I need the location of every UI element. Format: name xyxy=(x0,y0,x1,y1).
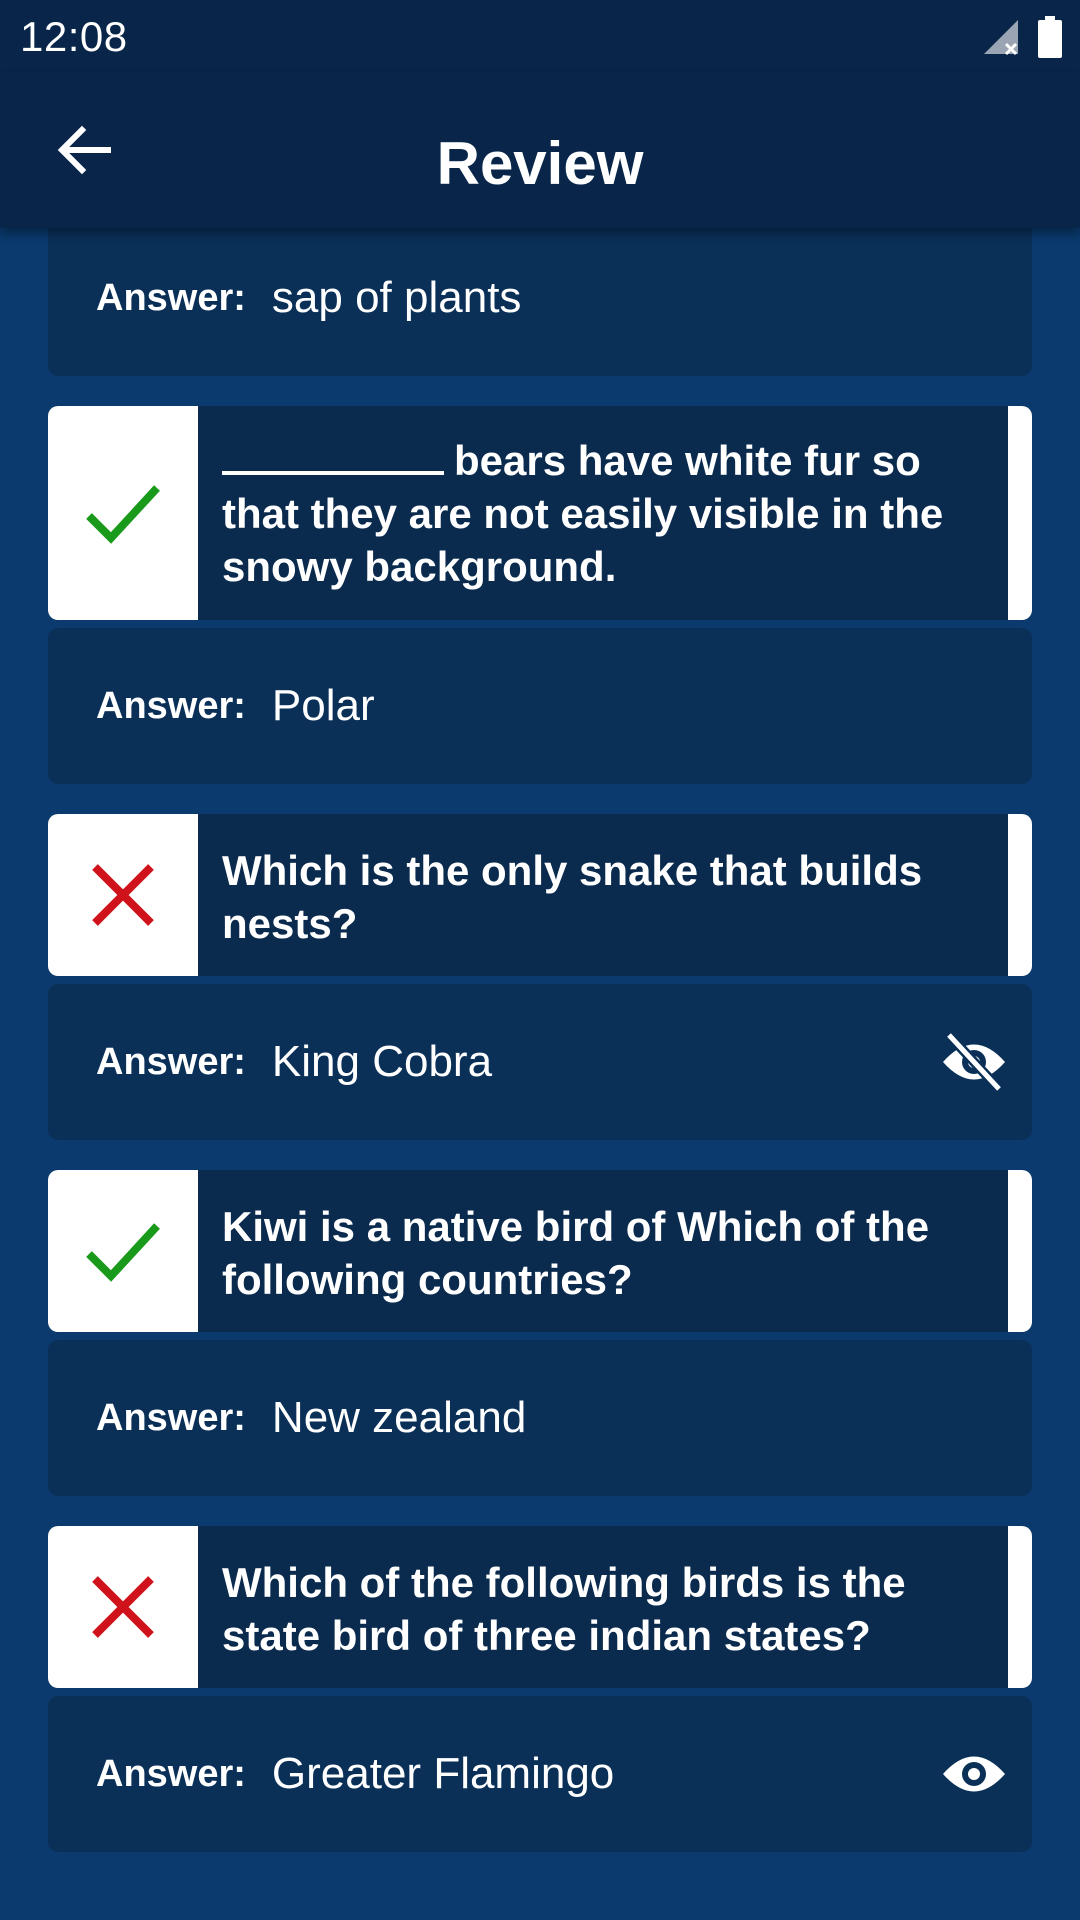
question-text: Which is the only snake that builds nest… xyxy=(222,847,923,947)
answer-card: Answer: Greater Flamingo xyxy=(48,1696,1032,1852)
checkmark-icon xyxy=(86,1223,160,1282)
answer-label: Answer: xyxy=(96,276,246,319)
answer-value: King Cobra xyxy=(271,1037,493,1086)
result-mark xyxy=(48,814,198,976)
answer-value: Greater Flamingo xyxy=(271,1749,615,1798)
answer-card: Answer: sap of plants xyxy=(48,228,1032,376)
app-bar: Review xyxy=(0,74,1080,228)
answer-card: Answer: Polar xyxy=(48,628,1032,784)
card-edge xyxy=(1008,406,1032,620)
question-text: bears have white fur so that they are no… xyxy=(198,406,1008,620)
checkmark-icon xyxy=(86,485,160,544)
fill-in-blank xyxy=(222,437,444,475)
card-edge xyxy=(1008,814,1032,976)
answer-card: Answer: New zealand xyxy=(48,1340,1032,1496)
result-mark xyxy=(48,406,198,620)
status-bar: 12:08 xyxy=(0,0,1080,74)
answer-value: sap of plants xyxy=(271,273,522,322)
answer-label: Answer: xyxy=(96,684,246,727)
eye-icon xyxy=(943,1756,1005,1792)
eye-off-icon xyxy=(943,1033,1005,1091)
page-title: Review xyxy=(436,130,644,197)
answer-card: Answer: King Cobra xyxy=(48,984,1032,1140)
battery-icon xyxy=(1038,16,1062,58)
question-card: Which of the following birds is the stat… xyxy=(48,1526,1032,1688)
toggle-answer-button[interactable] xyxy=(938,1026,1010,1098)
signal-icon xyxy=(984,20,1018,56)
result-mark xyxy=(48,1170,198,1332)
answer-value: Polar xyxy=(271,681,375,730)
card-edge xyxy=(1008,1526,1032,1688)
answer-label: Answer: xyxy=(96,1396,246,1439)
answer-label: Answer: xyxy=(96,1752,246,1795)
review-list[interactable]: Answer: sap of plants bears have white f… xyxy=(0,228,1080,1920)
status-icons xyxy=(982,16,1062,58)
question-text: Kiwi is a native bird of Which of the fo… xyxy=(222,1203,930,1303)
cross-icon xyxy=(92,1576,154,1638)
status-time: 12:08 xyxy=(20,13,128,60)
question-card: bears have white fur so that they are no… xyxy=(48,406,1032,620)
answer-value: New zealand xyxy=(271,1393,527,1442)
result-mark xyxy=(48,1526,198,1688)
answer-label: Answer: xyxy=(96,1040,246,1083)
question-text: Which of the following birds is the stat… xyxy=(222,1559,906,1659)
toggle-answer-button[interactable] xyxy=(938,1738,1010,1810)
card-edge xyxy=(1008,1170,1032,1332)
question-card: Which is the only snake that builds nest… xyxy=(48,814,1032,976)
cross-icon xyxy=(92,864,154,926)
question-card: Kiwi is a native bird of Which of the fo… xyxy=(48,1170,1032,1332)
